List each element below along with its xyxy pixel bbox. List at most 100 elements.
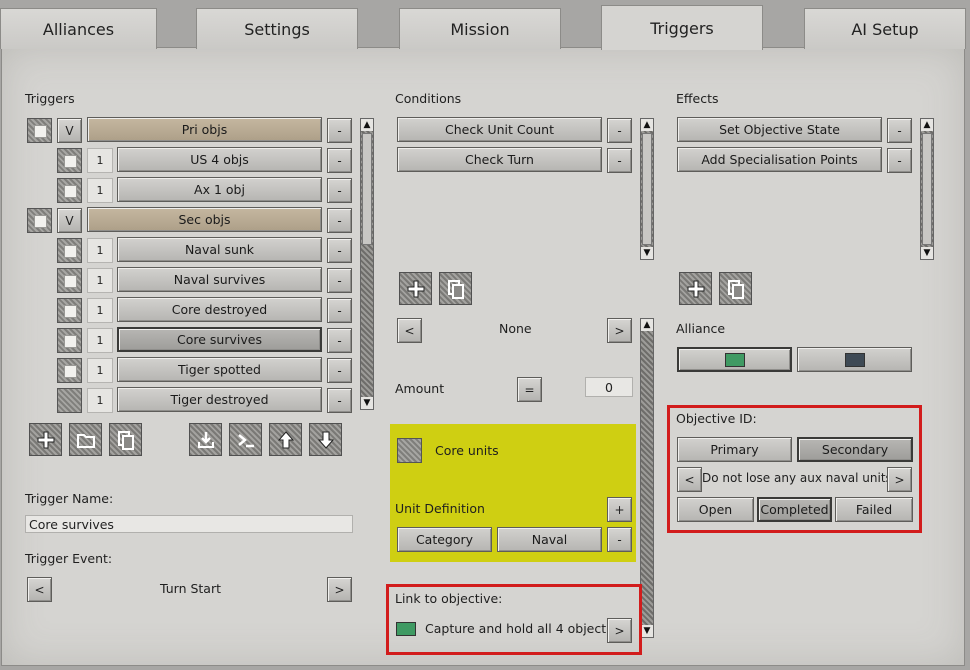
copy-trigger-button[interactable] <box>109 423 142 456</box>
add-folder-button[interactable] <box>69 423 102 456</box>
effect-remove-button[interactable]: - <box>887 148 912 173</box>
event-next-button[interactable]: > <box>327 577 352 602</box>
trigger-checkbox[interactable] <box>57 358 82 383</box>
trigger-remove-button[interactable]: - <box>327 298 352 323</box>
unit-definition-add-button[interactable]: + <box>607 497 632 522</box>
scroll-down-icon[interactable]: ▼ <box>641 247 653 259</box>
link-objective-next-button[interactable]: > <box>607 618 632 643</box>
trigger-row[interactable]: Naval sunk <box>117 237 322 262</box>
alliance-1-button[interactable] <box>677 347 792 372</box>
trigger-checkbox[interactable] <box>27 208 52 233</box>
scroll-up-icon[interactable]: ▲ <box>921 119 933 131</box>
triggers-header: Triggers <box>25 91 75 106</box>
condition-detail-scrollbar[interactable]: ▲ ▼ <box>640 318 654 638</box>
trigger-row[interactable]: Pri objs <box>87 117 322 142</box>
tab-settings[interactable]: Settings <box>196 8 358 49</box>
tab-ai-setup[interactable]: AI Setup <box>804 8 966 49</box>
script-button[interactable] <box>229 423 262 456</box>
trigger-checkbox[interactable] <box>27 118 52 143</box>
objective-next-button[interactable]: > <box>887 467 912 492</box>
amount-operator-button[interactable]: = <box>517 377 542 402</box>
move-up-button[interactable] <box>269 423 302 456</box>
trigger-checkbox[interactable] <box>57 238 82 263</box>
state-open-button[interactable]: Open <box>677 497 754 522</box>
effect-item[interactable]: Set Objective State <box>677 117 882 142</box>
add-trigger-button[interactable] <box>29 423 62 456</box>
copy-condition-button[interactable] <box>439 272 472 305</box>
trigger-remove-button[interactable]: - <box>327 208 352 233</box>
trigger-checkbox[interactable] <box>57 298 82 323</box>
effect-remove-button[interactable]: - <box>887 118 912 143</box>
import-button[interactable] <box>189 423 222 456</box>
trigger-name-input[interactable]: Core survives <box>25 515 353 533</box>
trigger-checkbox[interactable] <box>57 388 82 413</box>
trigger-group-toggle[interactable]: V <box>57 208 82 233</box>
trigger-row-selected[interactable]: Core survives <box>117 327 322 352</box>
trigger-checkbox[interactable] <box>57 148 82 173</box>
trigger-count: 1 <box>87 238 113 263</box>
trigger-remove-button[interactable]: - <box>327 178 352 203</box>
amount-input[interactable]: 0 <box>585 377 633 397</box>
condition-prev-button[interactable]: < <box>397 318 422 343</box>
trigger-row[interactable]: US 4 objs <box>117 147 322 172</box>
trigger-remove-button[interactable]: - <box>327 358 352 383</box>
trigger-row[interactable]: Tiger destroyed <box>117 387 322 412</box>
condition-remove-button[interactable]: - <box>607 148 632 173</box>
trigger-remove-button[interactable]: - <box>327 388 352 413</box>
trigger-checkbox[interactable] <box>57 268 82 293</box>
copy-icon <box>447 279 464 299</box>
condition-remove-button[interactable]: - <box>607 118 632 143</box>
scroll-up-icon[interactable]: ▲ <box>641 119 653 131</box>
state-failed-button[interactable]: Failed <box>835 497 913 522</box>
trigger-row[interactable]: Ax 1 obj <box>117 177 322 202</box>
scroll-thumb[interactable] <box>362 133 372 245</box>
copy-effect-button[interactable] <box>719 272 752 305</box>
trigger-remove-button[interactable]: - <box>327 118 352 143</box>
linked-objective-value: Capture and hold all 4 objectives <box>425 621 632 636</box>
scroll-thumb[interactable] <box>922 133 932 245</box>
effects-scrollbar[interactable]: ▲ ▼ <box>920 118 934 260</box>
objective-prev-button[interactable]: < <box>677 467 702 492</box>
trigger-count: 1 <box>87 388 113 413</box>
category-button[interactable]: Category <box>397 527 492 552</box>
trigger-group-toggle[interactable]: V <box>57 118 82 143</box>
category-value-button[interactable]: Naval <box>497 527 602 552</box>
state-completed-button[interactable]: Completed <box>757 497 832 522</box>
trigger-remove-button[interactable]: - <box>327 148 352 173</box>
condition-next-button[interactable]: > <box>607 318 632 343</box>
trigger-count: 1 <box>87 268 113 293</box>
alliance-2-button[interactable] <box>797 347 912 372</box>
trigger-remove-button[interactable]: - <box>327 328 352 353</box>
add-condition-button[interactable] <box>399 272 432 305</box>
scroll-down-icon[interactable]: ▼ <box>921 247 933 259</box>
trigger-remove-button[interactable]: - <box>327 268 352 293</box>
core-units-checkbox[interactable] <box>397 438 422 463</box>
scroll-thumb[interactable] <box>642 133 652 245</box>
scroll-up-icon[interactable]: ▲ <box>641 319 653 331</box>
add-effect-button[interactable] <box>679 272 712 305</box>
conditions-scrollbar[interactable]: ▲ ▼ <box>640 118 654 260</box>
tab-triggers[interactable]: Triggers <box>601 5 763 50</box>
unit-definition-remove-button[interactable]: - <box>607 527 632 552</box>
scroll-down-icon[interactable]: ▼ <box>641 625 653 637</box>
trigger-row[interactable]: Naval survives <box>117 267 322 292</box>
scroll-down-icon[interactable]: ▼ <box>361 397 373 409</box>
trigger-checkbox[interactable] <box>57 178 82 203</box>
trigger-remove-button[interactable]: - <box>327 238 352 263</box>
trigger-row[interactable]: Sec objs <box>87 207 322 232</box>
effect-item[interactable]: Add Specialisation Points <box>677 147 882 172</box>
tab-alliances[interactable]: Alliances <box>0 8 157 49</box>
condition-item[interactable]: Check Turn <box>397 147 602 172</box>
trigger-checkbox[interactable] <box>57 328 82 353</box>
scroll-up-icon[interactable]: ▲ <box>361 119 373 131</box>
trigger-row[interactable]: Core destroyed <box>117 297 322 322</box>
triggers-scrollbar[interactable]: ▲ ▼ <box>360 118 374 410</box>
objective-secondary-button[interactable]: Secondary <box>797 437 913 462</box>
objective-primary-button[interactable]: Primary <box>677 437 792 462</box>
amount-label: Amount <box>395 381 445 396</box>
trigger-row[interactable]: Tiger spotted <box>117 357 322 382</box>
move-down-button[interactable] <box>309 423 342 456</box>
event-prev-button[interactable]: < <box>27 577 52 602</box>
tab-mission[interactable]: Mission <box>399 8 561 49</box>
condition-item[interactable]: Check Unit Count <box>397 117 602 142</box>
